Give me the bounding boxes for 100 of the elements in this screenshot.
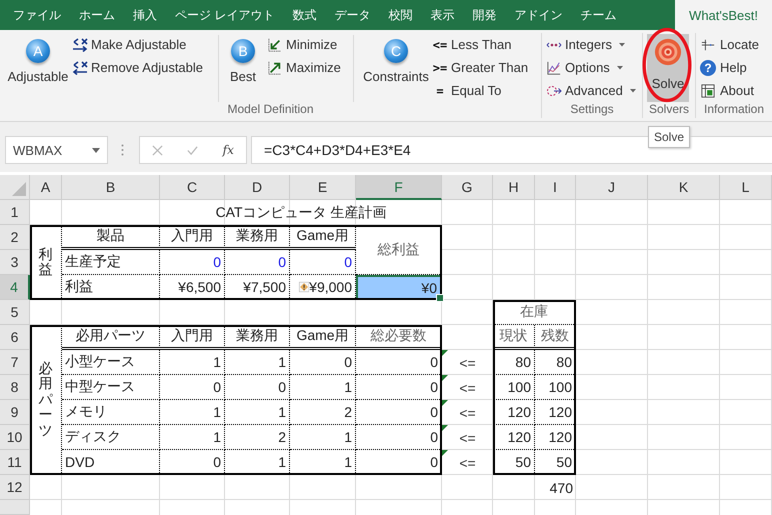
information-button[interactable]: About	[700, 79, 768, 102]
minimize-button[interactable]: Minimize	[267, 33, 347, 56]
caret-icon	[92, 148, 100, 152]
best-button[interactable]: B Best	[225, 33, 261, 102]
row-header[interactable]: 1	[0, 200, 30, 225]
table-cell: 1	[160, 350, 225, 375]
group-label: Information	[702, 102, 766, 118]
table-cell: 0	[160, 250, 225, 275]
row-header[interactable]: 8	[0, 375, 30, 400]
remove-adjustable-button[interactable]: Remove Adjustable	[72, 56, 212, 79]
group-label: Solvers	[648, 102, 690, 118]
table-cell: 1	[225, 400, 290, 425]
table-cell: 利益	[62, 275, 160, 300]
ribbon-tab[interactable]: チーム	[571, 0, 626, 30]
settings-menu-button[interactable]: Advanced	[546, 79, 638, 102]
ribbon-tab[interactable]: What'sBest!	[675, 0, 772, 30]
line-chart-icon	[546, 60, 562, 74]
table-cell: 0	[225, 250, 290, 275]
table-cell: 0	[225, 375, 290, 400]
row-header[interactable]	[0, 500, 30, 515]
ribbon-tab[interactable]: ホーム	[70, 0, 124, 30]
column-heading: Game用	[290, 325, 356, 350]
table-cell: 80	[493, 350, 535, 375]
constraint-button[interactable]: <= Less Than	[432, 33, 528, 56]
maximize-button[interactable]: Maximize	[267, 56, 347, 79]
row-header[interactable]: 5	[0, 300, 30, 325]
row-header[interactable]: 12	[0, 475, 30, 500]
ribbon-tab[interactable]: 校閲	[379, 0, 422, 30]
table-cell: 1	[290, 375, 356, 400]
ribbon-tab[interactable]: 開発	[463, 0, 506, 30]
table-cell[interactable]: ¥0	[356, 275, 442, 300]
window-icon	[700, 84, 716, 98]
insert-function-button[interactable]: fx	[222, 143, 234, 157]
group-label: Settings	[569, 102, 615, 118]
table-cell: 0	[160, 375, 225, 400]
sheet-title: CATコンピュータ 生産計画	[214, 202, 388, 222]
column-header[interactable]: D	[225, 175, 290, 200]
column-header[interactable]: I	[535, 175, 576, 200]
column-header[interactable]: B	[62, 175, 160, 200]
settings-menu-button[interactable]: Options	[546, 56, 638, 79]
row-header[interactable]: 4	[0, 275, 30, 300]
information-button[interactable]: ? Help	[700, 56, 768, 79]
column-heading: 総必要数	[356, 325, 442, 350]
arrow-icon	[72, 60, 88, 74]
row-header[interactable]: 6	[0, 325, 30, 350]
row-header[interactable]: 9	[0, 400, 30, 425]
letter-icon: B	[231, 39, 255, 63]
column-header[interactable]: J	[576, 175, 648, 200]
constraint-button[interactable]: = Equal To	[432, 79, 528, 102]
table-cell: 小型ケース	[62, 350, 160, 375]
crosshair-icon	[700, 38, 716, 52]
table-cell: 1	[225, 350, 290, 375]
make-adjustable-button[interactable]: Make Adjustable	[72, 33, 212, 56]
column-heading: 業務用	[225, 325, 290, 350]
table-cell: <=	[442, 425, 493, 450]
column-header[interactable]: G	[442, 175, 493, 200]
table-cell: <=	[442, 400, 493, 425]
table-cell: ディスク	[62, 425, 160, 450]
table-cell: 0	[290, 250, 356, 275]
adjustable-button[interactable]: A Adjustable	[4, 33, 72, 102]
table-cell: 120	[493, 425, 535, 450]
constraints-button[interactable]: C Constraints	[360, 33, 432, 102]
column-header[interactable]: C	[160, 175, 225, 200]
column-header[interactable]: A	[30, 175, 62, 200]
name-box[interactable]: WBMAX	[5, 136, 108, 164]
column-heading: 入門用	[160, 225, 225, 250]
ribbon-tab[interactable]: 挿入	[124, 0, 166, 30]
constraint-button[interactable]: >= Greater Than	[432, 56, 528, 79]
fill-handle[interactable]	[436, 294, 444, 302]
grip-icon	[121, 144, 124, 156]
information-button[interactable]: Locate	[700, 33, 768, 56]
row-header[interactable]: 11	[0, 450, 30, 475]
letter-icon: A	[26, 39, 50, 63]
row-header[interactable]: 7	[0, 350, 30, 375]
ribbon-tab[interactable]: アドイン	[505, 0, 572, 30]
column-header[interactable]: F	[356, 175, 442, 200]
table-cell: 生産予定	[62, 250, 160, 275]
ribbon-tab[interactable]: データ	[325, 0, 380, 30]
table-cell: 1	[290, 425, 356, 450]
settings-menu-button[interactable]: Integers	[546, 33, 638, 56]
row-header[interactable]: 3	[0, 250, 30, 275]
ribbon-tab[interactable]: 表示	[421, 0, 464, 30]
ribbon-tab[interactable]: 数式	[283, 0, 326, 30]
ribbon-tab[interactable]: ファイル	[4, 0, 70, 30]
select-all-button[interactable]	[0, 175, 30, 200]
check-icon[interactable]	[187, 144, 198, 156]
table-cell: 0	[290, 350, 356, 375]
cancel-icon[interactable]	[152, 144, 164, 156]
column-header[interactable]: K	[648, 175, 720, 200]
row-header[interactable]: 10	[0, 425, 30, 450]
row-header[interactable]: 2	[0, 225, 30, 250]
column-header[interactable]: H	[493, 175, 535, 200]
column-heading: 入門用	[160, 325, 225, 350]
cycle-arrow-icon	[546, 84, 562, 98]
column-header[interactable]: L	[720, 175, 772, 200]
side-label: 必用パーツ	[30, 325, 62, 475]
table-cell-text: 470	[548, 478, 574, 498]
ribbon-tab[interactable]: ページ レイアウト	[166, 0, 284, 30]
table-cell: 2	[290, 400, 356, 425]
column-header[interactable]: E	[290, 175, 356, 200]
